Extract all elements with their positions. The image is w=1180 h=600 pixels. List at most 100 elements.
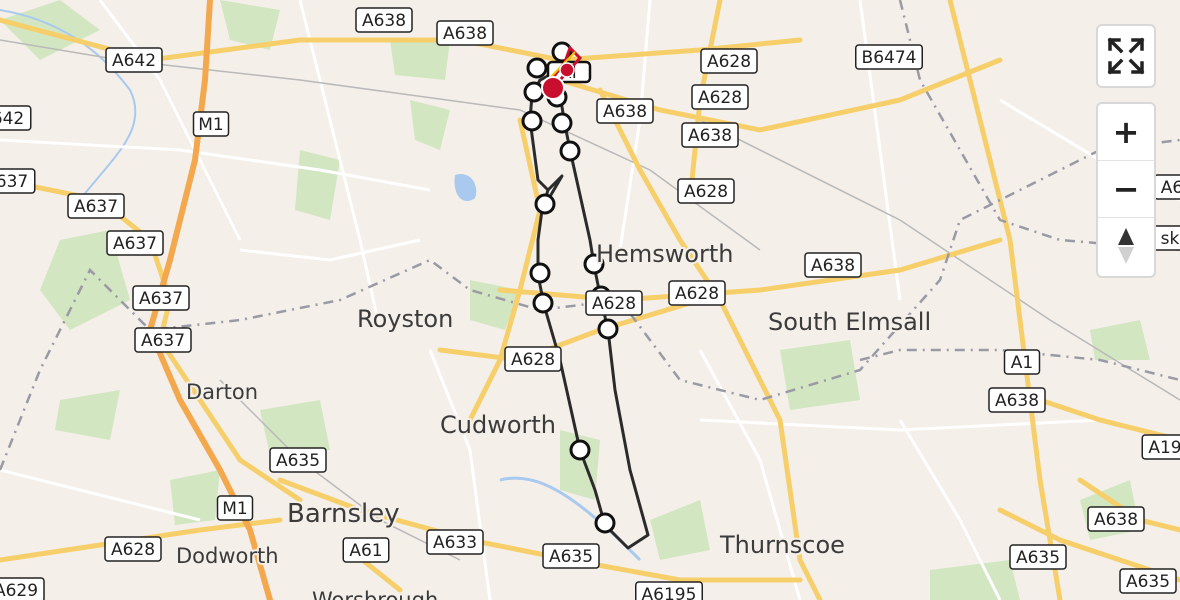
road-shield-label: A635 (1126, 572, 1170, 592)
road-shield-label: A628 (511, 350, 555, 370)
road-shield-label: A635 (276, 451, 320, 471)
road-shield-label: B6474 (862, 48, 917, 68)
route-marker[interactable] (529, 262, 551, 284)
road-shield-label: A628 (684, 182, 728, 202)
fullscreen-control (1096, 24, 1156, 88)
road-shield-label: A19 (1148, 438, 1180, 458)
place-thurnscoe: Thurnscoe (719, 531, 845, 559)
road-shield-label: A638 (603, 102, 647, 122)
route-marker[interactable] (594, 512, 616, 534)
road-shield-a629: A629 (0, 577, 45, 600)
place-south-elmsall: South Elmsall (768, 308, 931, 336)
zoom-control: + − (1096, 102, 1156, 278)
compass-button[interactable] (1098, 217, 1154, 274)
road-shield-label: A637 (113, 234, 157, 254)
road-shield-label: A628 (592, 294, 636, 314)
road-shield-label: A637 (74, 197, 118, 217)
route-marker[interactable] (551, 112, 573, 134)
road-shield-label: A635 (1016, 548, 1060, 568)
route-marker[interactable] (532, 292, 554, 314)
zoom-in-button[interactable]: + (1098, 104, 1154, 160)
road-shield-label: A642 (112, 51, 156, 71)
route-marker[interactable] (569, 439, 591, 461)
road-shield-label: A61 (349, 541, 382, 561)
road-shield-label: sk (1161, 229, 1180, 249)
road-shield-a1: A1 (1003, 349, 1041, 375)
zoom-out-button[interactable]: − (1098, 160, 1154, 217)
road-shield-sk-edge: sk (1151, 225, 1180, 251)
road-shield-label: A638 (811, 256, 855, 276)
road-shield-a637-left: 637 (0, 168, 36, 194)
road-shield-a635-se2: A635 (1119, 568, 1177, 594)
road-shield-label: A6195 (642, 585, 697, 600)
reservoir (454, 174, 477, 202)
road-shield-a628-ne1: A628 (700, 48, 758, 74)
road-shield-a628-ne2: A628 (691, 84, 749, 110)
route-marker[interactable] (597, 318, 619, 340)
route-marker[interactable] (521, 110, 543, 132)
place-dodworth: Dodworth (176, 544, 279, 568)
road-shield-a638-se: A638 (988, 387, 1046, 413)
road-shield-a628-dod: A628 (104, 536, 162, 562)
road-shield-a642-left: 642 (0, 105, 32, 131)
road-shield-a628-cud: A628 (504, 346, 562, 372)
place-hemsworth: Hemsworth (596, 240, 734, 268)
destination-pin[interactable] (541, 76, 565, 100)
road-shield-label: A1 (1011, 353, 1033, 373)
place-darton: Darton (186, 380, 258, 404)
road-shield-a628-hem: A628 (668, 280, 726, 306)
fullscreen-button[interactable] (1098, 26, 1154, 86)
road-shield-a19: A19 (1141, 434, 1180, 460)
route-marker[interactable] (534, 193, 556, 215)
road-shield-a635-mid: A635 (542, 543, 600, 569)
road-shield-a61: A61 (342, 537, 390, 563)
road-shield-label: A633 (433, 533, 477, 553)
road-shield-label: A638 (362, 11, 406, 31)
road-shield-label: A629 (0, 581, 38, 600)
place-worsbrough: Worsbrough (312, 588, 438, 600)
road-shield-label: A628 (675, 284, 719, 304)
road-shield-label: A628 (698, 88, 742, 108)
road-shield-label: A638 (1094, 510, 1138, 530)
road-shield-a635-left: A635 (269, 447, 327, 473)
route-marker[interactable] (526, 57, 548, 79)
road-shield-label: A628 (111, 540, 155, 560)
road-shield-a638-mid1: A638 (596, 98, 654, 124)
place-royston: Royston (357, 305, 453, 333)
road-shield-a635-se: A635 (1009, 544, 1067, 570)
road-shield-label: A628 (707, 52, 751, 72)
road-shield-label: A638 (688, 126, 732, 146)
destination-pin-2[interactable] (559, 62, 575, 78)
road-shield-a633: A633 (426, 529, 484, 555)
road-shield-m1-top: M1 (192, 111, 230, 137)
road-shield-a637-1: A637 (67, 193, 125, 219)
road-shield-a638-top1: A638 (355, 7, 413, 33)
road-shield-a637-3: A637 (132, 285, 190, 311)
road-shield-a642-top: A642 (105, 47, 163, 73)
map-canvas[interactable]: RI A638A638A642642M1A628A628B6474A638A63… (0, 0, 1180, 600)
road-shield-label: A637 (141, 331, 185, 351)
road-shield-a637-4: A637 (134, 327, 192, 353)
place-barnsley: Barnsley (287, 499, 400, 529)
road-shield-label: A638 (443, 24, 487, 44)
road-shield-a6195: A6195 (635, 581, 703, 600)
road-shield-a638-top2: A638 (436, 20, 494, 46)
compass-icon (1118, 228, 1134, 264)
road-shield-a628-mid: A628 (677, 178, 735, 204)
road-shield-label: 637 (0, 172, 28, 192)
route-marker[interactable] (559, 140, 581, 162)
road-shield-label: A635 (549, 547, 593, 567)
route-marker[interactable] (523, 81, 545, 103)
road-shield-label: A6 (1161, 178, 1180, 198)
road-shield-a638-mid2: A638 (681, 122, 739, 148)
road-shield-label: M1 (198, 115, 223, 135)
road-shield-m1-low: M1 (216, 495, 254, 521)
road-shield-label: 642 (0, 109, 24, 129)
road-shield-a6-edge: A6 (1153, 174, 1180, 200)
road-shield-a628-hem2: A628 (585, 290, 643, 316)
fullscreen-icon (1107, 37, 1145, 75)
road-shield-b6474: B6474 (855, 44, 923, 70)
road-shield-label: A637 (139, 289, 183, 309)
road-shield-a638-se2: A638 (1087, 506, 1145, 532)
road-shield-label: A638 (995, 391, 1039, 411)
